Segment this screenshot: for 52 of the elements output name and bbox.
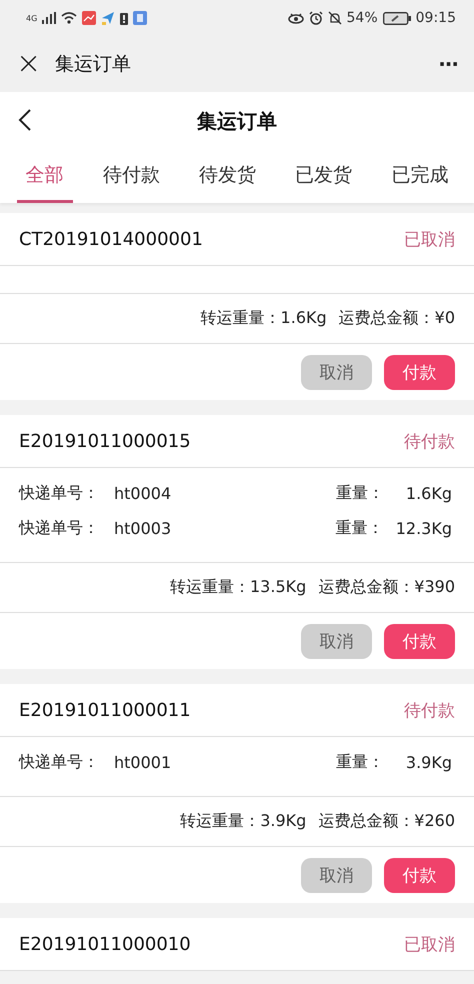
plane-icon xyxy=(101,11,116,25)
weight-value: 12.3Kg xyxy=(396,519,452,538)
total-amount: 运费总金额：¥0 xyxy=(338,308,455,329)
app-icon xyxy=(133,11,148,25)
total-amount: 运费总金额：¥260 xyxy=(318,811,455,832)
more-button[interactable]: ··· xyxy=(438,52,458,76)
order-status: 已取消 xyxy=(404,934,455,956)
order-status: 待付款 xyxy=(404,700,455,722)
total-weight: 转运重量：3.9Kg xyxy=(180,811,306,832)
signal-icon xyxy=(42,12,56,24)
tracking-number: ht0004 xyxy=(114,484,172,503)
weight-value: 1.6Kg xyxy=(404,484,452,503)
battery-percent: 54% xyxy=(346,10,378,26)
page-title: 集运订单 xyxy=(197,108,277,134)
pay-button[interactable]: 付款 xyxy=(384,624,455,658)
back-icon[interactable] xyxy=(18,108,32,132)
app-icon xyxy=(82,11,96,25)
window-title: 集运订单 xyxy=(55,52,132,77)
order-status: 已取消 xyxy=(404,228,455,250)
tracking-label: 快递单号： xyxy=(19,483,100,504)
total-amount: 运费总金额：¥390 xyxy=(318,577,455,598)
tab[interactable]: 已发货 xyxy=(286,150,362,203)
clock-time: 09:15 xyxy=(416,10,456,26)
alarm-icon xyxy=(308,11,323,25)
weight-label: 重量： xyxy=(336,483,384,504)
pay-button[interactable]: 付款 xyxy=(384,354,455,390)
battery-alert-icon xyxy=(120,12,128,24)
network-label: 4G xyxy=(26,14,38,22)
wifi-icon xyxy=(61,12,78,24)
tracking-number: ht0003 xyxy=(114,519,172,538)
weight-label: 重量： xyxy=(336,518,384,539)
total-weight: 转运重量：13.5Kg xyxy=(170,577,306,598)
battery-icon xyxy=(382,12,411,24)
pay-button[interactable]: 付款 xyxy=(384,858,455,892)
order-number: CT20191014000001 xyxy=(19,228,203,250)
tracking-label: 快递单号： xyxy=(19,518,100,539)
tab[interactable]: 已完成 xyxy=(382,150,458,203)
close-button[interactable]: × xyxy=(16,49,42,79)
order-number: E20191011000015 xyxy=(19,430,191,452)
order-number: E20191011000011 xyxy=(19,700,191,720)
tab[interactable]: 全部 xyxy=(16,150,73,203)
muted-bell-icon xyxy=(328,11,342,25)
weight-label: 重量： xyxy=(336,752,384,773)
order-status: 待付款 xyxy=(404,430,455,452)
tracking-number: ht0001 xyxy=(114,753,172,772)
tab[interactable]: 待付款 xyxy=(94,150,169,203)
weight-value: 3.9Kg xyxy=(404,753,452,772)
total-weight: 转运重量：1.6Kg xyxy=(200,308,327,329)
tab[interactable]: 待发货 xyxy=(190,150,265,203)
order-number: E20191011000010 xyxy=(19,934,191,954)
eye-icon xyxy=(288,12,304,24)
tracking-label: 快递单号： xyxy=(19,752,100,773)
